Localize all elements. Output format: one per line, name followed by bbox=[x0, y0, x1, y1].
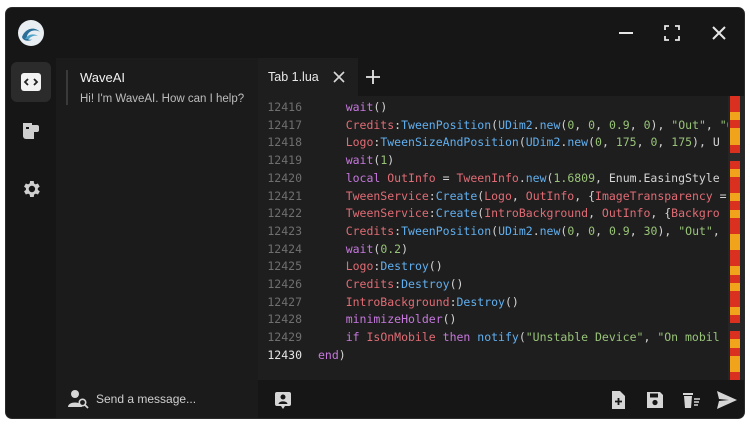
add-tab-button[interactable] bbox=[364, 68, 382, 86]
minimize-button[interactable] bbox=[613, 20, 639, 46]
new-file-button[interactable] bbox=[607, 389, 629, 411]
code-line: 12417 Credits:TweenPosition(UDim2.new(0,… bbox=[258, 117, 728, 135]
user-search-icon bbox=[66, 387, 90, 411]
line-source: wait() bbox=[318, 100, 388, 114]
line-number: 12422 bbox=[267, 206, 302, 221]
prompt-button[interactable] bbox=[272, 389, 294, 411]
send-icon bbox=[717, 391, 737, 409]
line-number: 12430 bbox=[267, 347, 302, 362]
line-source: end) bbox=[318, 347, 346, 362]
line-source: wait(1) bbox=[318, 153, 395, 168]
plus-icon bbox=[366, 70, 380, 84]
code-line: 12420 local OutInfo = TweenInfo.new(1.68… bbox=[258, 170, 728, 188]
code-line: 12427 IntroBackground:Destroy() bbox=[258, 294, 728, 312]
code-line: 12416 wait() bbox=[258, 99, 728, 117]
assistant-greeting: Hi! I'm WaveAI. How can I help? bbox=[80, 93, 245, 105]
minimap-scrollbar[interactable] bbox=[728, 96, 744, 381]
tab-label: Tab 1.lua bbox=[268, 70, 319, 84]
line-source: Logo:Destroy() bbox=[318, 259, 443, 274]
line-number: 12428 bbox=[267, 312, 302, 327]
code-line: 12423 Credits:TweenPosition(UDim2.new(0,… bbox=[258, 223, 728, 241]
code-line: 12430 end) bbox=[258, 347, 728, 365]
line-source: TweenService:Create(Logo, OutInfo, {Imag… bbox=[318, 188, 727, 203]
line-number: 12419 bbox=[267, 153, 302, 168]
line-number: 12425 bbox=[267, 259, 302, 274]
close-icon bbox=[712, 26, 726, 40]
clear-button[interactable] bbox=[680, 389, 702, 411]
line-source: Logo:TweenSizeAndPosition(UDim2.new(0, 1… bbox=[318, 135, 720, 150]
close-icon bbox=[333, 71, 345, 83]
line-source: Credits:TweenPosition(UDim2.new(0, 0, 0.… bbox=[318, 223, 728, 238]
chat-message-input[interactable] bbox=[96, 387, 246, 411]
tab-close-button[interactable] bbox=[332, 70, 346, 84]
code-line: 12421 TweenService:Create(Logo, OutInfo,… bbox=[258, 188, 728, 206]
save-icon bbox=[647, 392, 663, 408]
code-line: 12422 TweenService:Create(IntroBackgroun… bbox=[258, 205, 728, 223]
line-number: 12426 bbox=[267, 277, 302, 291]
code-line: 12426 Credits:Destroy() bbox=[258, 276, 728, 294]
clear-icon bbox=[683, 393, 700, 408]
line-number: 12418 bbox=[267, 135, 302, 150]
prompt-icon bbox=[275, 392, 291, 409]
script-hub-icon bbox=[23, 123, 39, 139]
line-number: 12424 bbox=[267, 241, 302, 256]
code-line: 12428 minimizeHolder() bbox=[258, 311, 728, 329]
minimize-icon bbox=[619, 32, 633, 34]
line-source: TweenService:Create(IntroBackground, Out… bbox=[318, 206, 720, 221]
code-area[interactable]: 12416 wait() 12417 Credits:TweenPosition(… bbox=[258, 96, 728, 380]
rail-scripts-button[interactable] bbox=[11, 111, 51, 151]
save-button[interactable] bbox=[644, 389, 666, 411]
line-number: 12417 bbox=[267, 117, 302, 132]
rail-editor-button[interactable] bbox=[11, 62, 51, 102]
line-number: 12427 bbox=[267, 294, 302, 309]
line-number: 12423 bbox=[267, 223, 302, 238]
line-number: 12420 bbox=[267, 170, 302, 185]
side-rail bbox=[6, 58, 56, 418]
code-line: 12419 wait(1) bbox=[258, 152, 728, 170]
editor-panel: Tab 1.lua 12416 wait() 12417 Credits:Twee… bbox=[258, 58, 744, 418]
close-button[interactable] bbox=[706, 20, 732, 46]
app-window: WaveAI Hi! I'm WaveAI. How can I help? T… bbox=[6, 8, 744, 418]
line-number: 12421 bbox=[267, 188, 302, 203]
code-line: 12429 if IsOnMobile then notify("Unstabl… bbox=[258, 329, 728, 347]
gear-icon bbox=[24, 181, 40, 197]
line-source: minimizeHolder() bbox=[318, 312, 457, 327]
line-source: local OutInfo = TweenInfo.new(1.6809, En… bbox=[318, 170, 720, 185]
title-bar bbox=[6, 8, 744, 58]
code-line: 12424 wait(0.2) bbox=[258, 241, 728, 259]
maximize-button[interactable] bbox=[659, 20, 685, 46]
code-line: 12418 Logo:TweenSizeAndPosition(UDim2.ne… bbox=[258, 134, 728, 152]
line-number: 12429 bbox=[267, 330, 302, 345]
chat-input-row bbox=[56, 380, 258, 418]
maximize-icon bbox=[664, 25, 680, 41]
line-number: 12416 bbox=[267, 100, 302, 114]
assistant-message: WaveAI Hi! I'm WaveAI. How can I help? bbox=[66, 70, 252, 105]
new-file-icon bbox=[612, 391, 625, 409]
line-source: if IsOnMobile then notify("Unstable Devi… bbox=[318, 330, 720, 345]
editor-toolbar bbox=[258, 380, 744, 418]
line-source: Credits:Destroy() bbox=[318, 277, 464, 291]
execute-button[interactable] bbox=[716, 389, 738, 411]
line-source: wait(0.2) bbox=[318, 241, 409, 256]
rail-settings-button[interactable] bbox=[11, 169, 51, 209]
code-line: 12425 Logo:Destroy() bbox=[258, 258, 728, 276]
code-editor-icon bbox=[21, 73, 41, 91]
assistant-name: WaveAI bbox=[80, 70, 126, 85]
line-source: IntroBackground:Destroy() bbox=[318, 294, 519, 309]
wave-logo-icon bbox=[16, 18, 46, 48]
chat-panel: WaveAI Hi! I'm WaveAI. How can I help? bbox=[56, 58, 258, 418]
line-source: Credits:TweenPosition(UDim2.new(0, 0, 0.… bbox=[318, 117, 728, 132]
tab-bar: Tab 1.lua bbox=[258, 58, 744, 96]
